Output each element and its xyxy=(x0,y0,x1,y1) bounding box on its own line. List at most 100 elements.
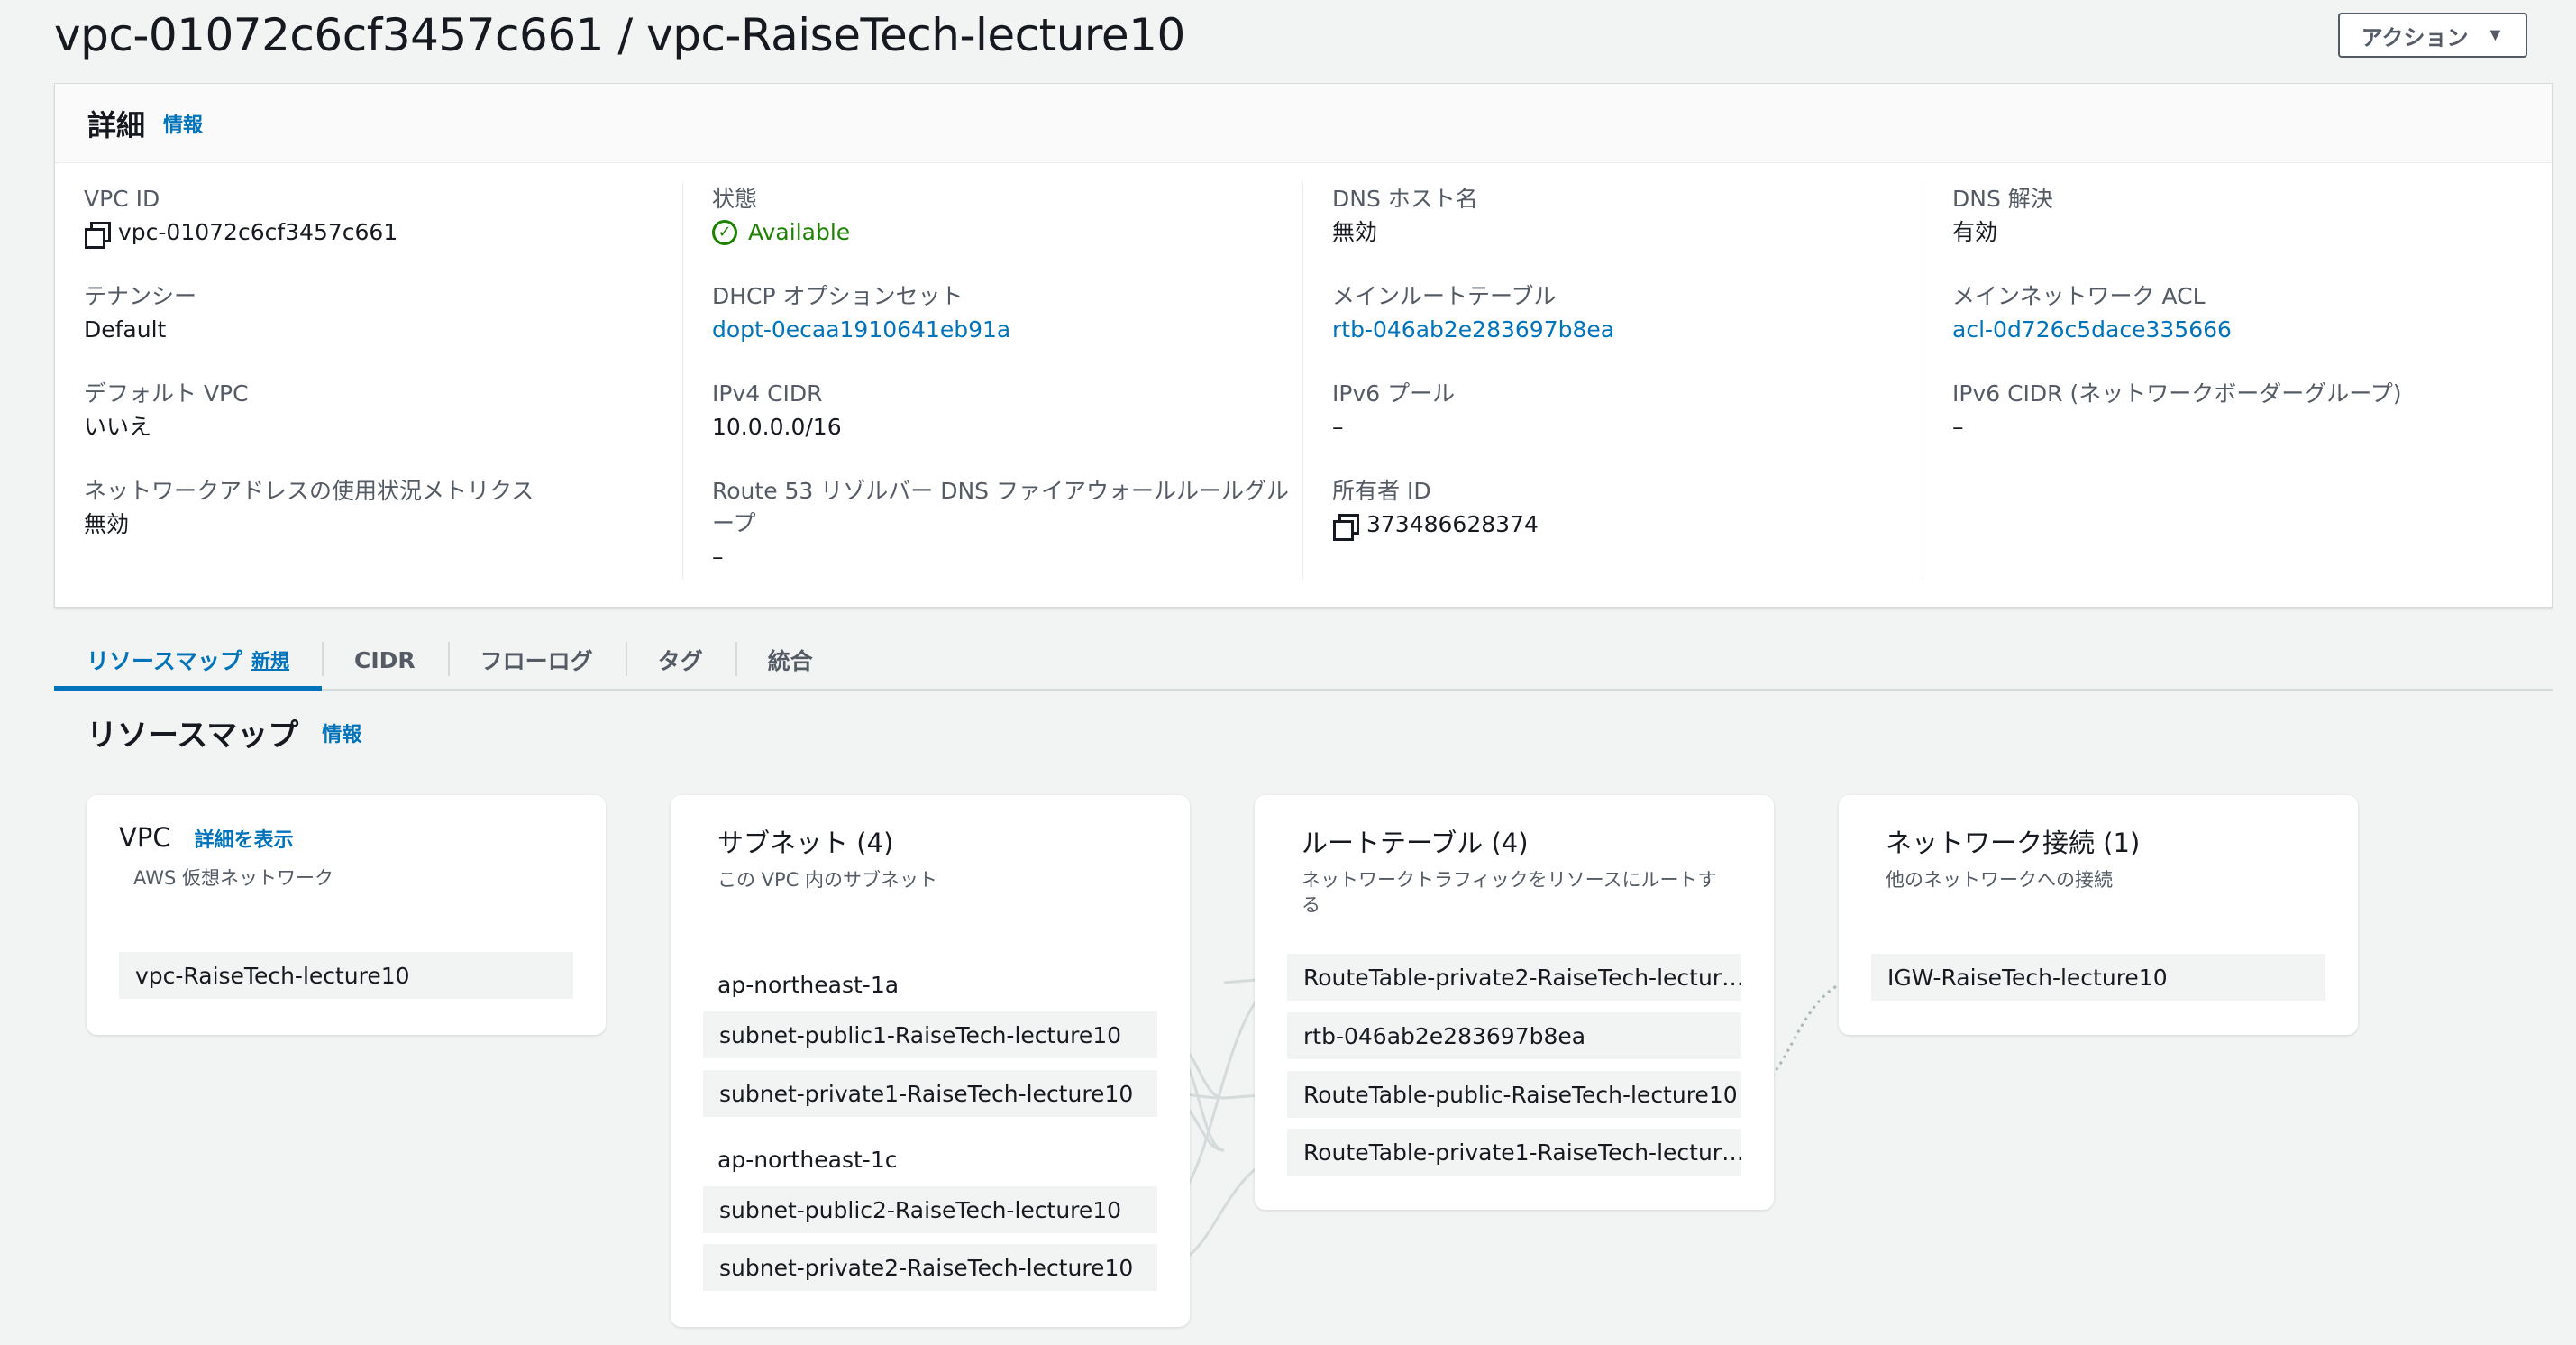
field-ipv6-cidr: IPv6 CIDR (ネットワークボーダーグループ) – xyxy=(1952,378,2529,444)
copy-icon[interactable] xyxy=(1332,513,1359,541)
details-column-3: DNS ホスト名 無効 メインルートテーブル rtb-046ab2e283697… xyxy=(1302,183,1924,580)
view-details-link[interactable]: 詳細を表示 xyxy=(195,824,294,853)
tab-resource-map-label: リソースマップ xyxy=(87,648,243,674)
tab-integrations[interactable]: 統合 xyxy=(735,631,845,689)
igw-item[interactable]: IGW-RaiseTech-lecture10 xyxy=(1871,954,2325,1001)
vpc-id-label: VPC ID xyxy=(84,186,160,212)
route53-value: – xyxy=(712,544,724,570)
details-panel: 詳細 情報 VPC ID vpc-01072c6cf3457c661 テナンシー… xyxy=(54,83,2553,608)
network-card-subtitle: 他のネットワークへの接続 xyxy=(1886,869,2113,891)
network-card-title: ネットワーク接続 (1) xyxy=(1886,828,2141,858)
field-dhcp: DHCP オプションセット dopt-0ecaa1910641eb91a xyxy=(712,280,1289,347)
state-label: 状態 xyxy=(712,186,758,212)
ipv6-pool-value: – xyxy=(1332,414,1344,440)
dns-hostnames-label: DNS ホスト名 xyxy=(1332,186,1478,212)
dhcp-link[interactable]: dopt-0ecaa1910641eb91a xyxy=(712,313,1289,347)
details-info-link[interactable]: 情報 xyxy=(163,109,203,138)
route-table-card-title: ルートテーブル (4) xyxy=(1302,828,1529,858)
subnet-item-public2[interactable]: subnet-public2-RaiseTech-lecture10 xyxy=(703,1186,1157,1233)
subnet-item-private2[interactable]: subnet-private2-RaiseTech-lecture10 xyxy=(703,1244,1157,1291)
subnet-card: サブネット (4) この VPC 内のサブネット ap-northeast-1a… xyxy=(671,795,1190,1327)
check-circle-icon: ✓ xyxy=(712,220,737,245)
caret-down-icon: ▼ xyxy=(2486,24,2505,45)
subnet-item-private1[interactable]: subnet-private1-RaiseTech-lecture10 xyxy=(703,1070,1157,1117)
default-vpc-label: デフォルト VPC xyxy=(84,380,249,407)
network-metrics-label: ネットワークアドレスの使用状況メトリクス xyxy=(84,478,534,504)
field-default-vpc: デフォルト VPC いいえ xyxy=(84,378,661,444)
ipv4-cidr-label: IPv4 CIDR xyxy=(712,380,823,407)
network-connections-card: ネットワーク接続 (1) 他のネットワークへの接続 IGW-RaiseTech-… xyxy=(1839,795,2358,1035)
actions-label: アクション xyxy=(2361,25,2469,50)
field-main-route-table: メインルートテーブル rtb-046ab2e283697b8ea xyxy=(1332,280,1909,347)
details-heading: 詳細 xyxy=(87,107,146,142)
field-tenancy: テナンシー Default xyxy=(84,280,661,347)
tenancy-label: テナンシー xyxy=(84,283,197,309)
vpc-card-header: VPC 詳細を表示 xyxy=(119,822,294,853)
vpc-card-title: VPC xyxy=(119,822,171,853)
owner-id-label: 所有者 ID xyxy=(1332,478,1431,504)
tab-resource-map[interactable]: リソースマップ 新規 xyxy=(54,631,323,691)
tenancy-value: Default xyxy=(84,316,167,343)
route-table-item-public[interactable]: RouteTable-public-RaiseTech-lecture10 xyxy=(1287,1071,1741,1118)
network-metrics-value: 無効 xyxy=(84,511,130,537)
resource-map-title: リソースマップ xyxy=(87,718,299,754)
default-vpc-value: いいえ xyxy=(84,414,152,440)
field-dns-resolution: DNS 解決 有効 xyxy=(1952,183,2529,250)
vpc-card: VPC 詳細を表示 AWS 仮想ネットワーク vpc-RaiseTech-lec… xyxy=(87,795,606,1035)
main-route-table-label: メインルートテーブル xyxy=(1332,283,1557,309)
new-badge: 新規 xyxy=(251,650,290,672)
dhcp-label: DHCP オプションセット xyxy=(712,283,964,309)
main-route-table-link[interactable]: rtb-046ab2e283697b8ea xyxy=(1332,313,1909,347)
resource-map-heading: リソースマップ 情報 xyxy=(87,710,361,755)
tab-tags[interactable]: タグ xyxy=(625,631,735,689)
route53-label-line2: ープ xyxy=(712,510,756,536)
route-table-item-private2[interactable]: RouteTable-private2-RaiseTech-lectur… xyxy=(1287,954,1741,1001)
resource-map-info-link[interactable]: 情報 xyxy=(322,718,361,747)
az-label-1c: ap-northeast-1c xyxy=(717,1147,898,1173)
state-value: Available xyxy=(748,219,851,245)
field-ipv4-cidr: IPv4 CIDR 10.0.0.0/16 xyxy=(712,378,1289,444)
vpc-id-value: vpc-01072c6cf3457c661 xyxy=(118,219,398,245)
details-column-1: VPC ID vpc-01072c6cf3457c661 テナンシー Defau… xyxy=(55,183,677,580)
route-table-card: ルートテーブル (4) ネットワークトラフィックをリソースにルートする Rout… xyxy=(1255,795,1774,1210)
field-vpc-id: VPC ID vpc-01072c6cf3457c661 xyxy=(84,183,661,250)
ipv6-cidr-value: – xyxy=(1952,414,1964,440)
page-title: vpc-01072c6cf3457c661 / vpc-RaiseTech-le… xyxy=(54,9,1185,61)
dns-hostnames-value: 無効 xyxy=(1332,219,1378,245)
details-column-2: 状態 ✓ Available DHCP オプションセット dopt-0ecaa1… xyxy=(682,183,1304,580)
vpc-card-subtitle: AWS 仮想ネットワーク xyxy=(133,867,333,889)
route-table-item-private1[interactable]: RouteTable-private1-RaiseTech-lectur… xyxy=(1287,1129,1741,1176)
route-table-item-main[interactable]: rtb-046ab2e283697b8ea xyxy=(1287,1012,1741,1059)
tab-cidr[interactable]: CIDR xyxy=(322,631,448,689)
details-header: 詳細 情報 xyxy=(55,84,2552,163)
copy-icon[interactable] xyxy=(84,221,111,249)
field-main-acl: メインネットワーク ACL acl-0d726c5dace335666 xyxy=(1952,280,2529,347)
route53-label-line1: Route 53 リゾルバー DNS ファイアウォールルールグル xyxy=(712,478,1289,504)
subnet-item-public1[interactable]: subnet-public1-RaiseTech-lecture10 xyxy=(703,1011,1157,1058)
route-table-card-subtitle: ネットワークトラフィックをリソースにルートする xyxy=(1302,869,1717,916)
vpc-detail-page: vpc-01072c6cf3457c661 / vpc-RaiseTech-le… xyxy=(0,0,2576,1345)
field-ipv6-pool: IPv6 プール – xyxy=(1332,378,1909,444)
dns-resolution-label: DNS 解決 xyxy=(1952,186,2053,212)
ipv6-pool-label: IPv6 プール xyxy=(1332,380,1456,407)
ipv6-cidr-label: IPv6 CIDR (ネットワークボーダーグループ) xyxy=(1952,380,2402,407)
dns-resolution-value: 有効 xyxy=(1952,219,1998,245)
tab-bar: リソースマップ 新規 CIDR フローログ タグ 統合 xyxy=(54,631,2553,691)
ipv4-cidr-value: 10.0.0.0/16 xyxy=(712,414,842,440)
field-route53: Route 53 リゾルバー DNS ファイアウォールルールグル ープ – xyxy=(712,475,1289,574)
actions-dropdown-button[interactable]: アクション ▼ xyxy=(2338,13,2527,58)
owner-id-value: 373486628374 xyxy=(1366,511,1539,537)
subnet-card-subtitle: この VPC 内のサブネット xyxy=(717,869,938,891)
main-acl-label: メインネットワーク ACL xyxy=(1952,283,2206,309)
details-grid: VPC ID vpc-01072c6cf3457c661 テナンシー Defau… xyxy=(55,183,2552,589)
main-acl-link[interactable]: acl-0d726c5dace335666 xyxy=(1952,313,2529,347)
field-owner-id: 所有者 ID 373486628374 xyxy=(1332,475,1909,542)
vpc-item[interactable]: vpc-RaiseTech-lecture10 xyxy=(119,952,573,999)
field-state: 状態 ✓ Available xyxy=(712,183,1289,250)
field-dns-hostnames: DNS ホスト名 無効 xyxy=(1332,183,1909,250)
details-column-4: DNS 解決 有効 メインネットワーク ACL acl-0d726c5dace3… xyxy=(1923,183,2552,580)
field-network-metrics: ネットワークアドレスの使用状況メトリクス 無効 xyxy=(84,475,661,542)
az-label-1a: ap-northeast-1a xyxy=(717,972,900,998)
tab-flow-logs[interactable]: フローログ xyxy=(447,631,626,689)
subnet-card-title: サブネット (4) xyxy=(717,828,894,858)
